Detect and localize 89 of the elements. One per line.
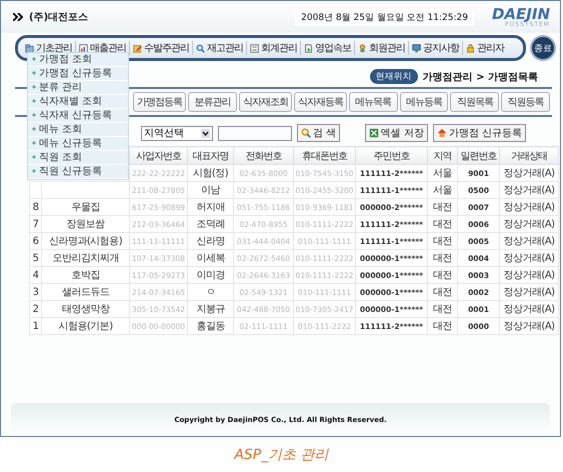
- table-cell: 3: [30, 284, 42, 300]
- table-cell: 대전: [428, 250, 458, 266]
- column-header: 전화번호: [234, 146, 294, 164]
- table-cell: 정상거래(A): [500, 284, 558, 300]
- table-cell: 대전: [428, 284, 458, 300]
- new-store-button[interactable]: 가맹점 신규등록: [432, 124, 526, 142]
- menu-item[interactable]: 회계관리: [247, 41, 301, 55]
- column-header: 주민번호: [356, 146, 428, 164]
- table-cell: 이미경: [188, 266, 234, 284]
- menu-item[interactable]: 회원관리: [355, 41, 409, 55]
- column-header: 일련번호: [458, 146, 500, 164]
- table-cell: 신라명과(시험용): [42, 232, 130, 250]
- table-cell: 정상거래(A): [500, 216, 558, 232]
- dropdown-item[interactable]: 식자재별 조회: [28, 95, 128, 109]
- table-cell: 조덕례: [188, 216, 234, 232]
- exit-button[interactable]: 종료: [530, 35, 556, 61]
- dropdown-item[interactable]: 직원 조회: [28, 151, 128, 165]
- table-cell: 7: [30, 216, 42, 232]
- dropdown-item[interactable]: 분류 관리: [28, 81, 128, 95]
- table-cell: 정상거래(A): [500, 182, 558, 198]
- menu-item[interactable]: 관리자: [463, 41, 507, 55]
- column-header: 대표자명: [188, 146, 234, 164]
- tab[interactable]: 식자재조회: [238, 92, 292, 112]
- dropdown-item[interactable]: 가맹점 신규등록: [28, 67, 128, 81]
- tab[interactable]: 가맹점등록: [133, 92, 186, 112]
- table-cell: 샐러드듀드: [42, 284, 130, 300]
- dropdown-item[interactable]: 직원 신규등록: [28, 165, 128, 179]
- table-cell: 이세복: [188, 250, 234, 266]
- table-cell: 이남: [188, 182, 234, 198]
- table-cell: 4: [30, 266, 42, 284]
- column-header: 지역: [428, 146, 458, 164]
- table-cell: 서울: [428, 164, 458, 182]
- table-cell: 오반리김치찌개: [42, 250, 130, 266]
- table-cell: 허지애: [188, 198, 234, 216]
- table-cell: 서울: [428, 182, 458, 198]
- dropdown-item[interactable]: 식자재 신규등록: [28, 109, 128, 123]
- table-cell: 장원보쌈: [42, 216, 130, 232]
- dropdown-item[interactable]: 가맹점 조회: [28, 53, 128, 67]
- table-cell: 호박집: [42, 266, 130, 284]
- region-select[interactable]: 지역선택: [141, 126, 213, 140]
- menu-item[interactable]: 수발주관리: [130, 41, 193, 55]
- breadcrumb: 가맹점관리 > 가맹점목록: [422, 70, 538, 84]
- table-cell: ㅇ: [188, 284, 234, 300]
- table-cell: 대전: [428, 232, 458, 250]
- table-cell: 1: [30, 318, 42, 334]
- table-cell: 태영생막창: [42, 300, 130, 318]
- table-cell: 정상거래(A): [500, 164, 558, 182]
- menu-item[interactable]: 공지사항: [409, 41, 463, 55]
- column-header: 휴대폰번호: [294, 146, 356, 164]
- tab[interactable]: 메뉴등록: [400, 92, 448, 112]
- table-cell: 대전: [428, 300, 458, 318]
- table-cell: 6: [30, 232, 42, 250]
- table-cell: 대전: [428, 318, 458, 334]
- table-cell: 8: [30, 198, 42, 216]
- table-cell: 시험(정): [188, 164, 234, 182]
- location-badge: 현재위치: [370, 69, 418, 84]
- tab[interactable]: 직원목록: [450, 92, 500, 112]
- company-name: (주)대전포스: [29, 11, 88, 24]
- table-cell: 2: [30, 300, 42, 318]
- caption: ASP_기초 관리: [234, 446, 329, 464]
- dropdown-item[interactable]: 메뉴 조회: [28, 123, 128, 137]
- table-cell: 대전: [428, 198, 458, 216]
- logo: DAEJIN: [492, 6, 550, 22]
- table-cell: 정상거래(A): [500, 232, 558, 250]
- table-cell: 신라명: [188, 232, 234, 250]
- tab[interactable]: 분류관리: [188, 92, 237, 112]
- tab[interactable]: 식자재등록: [294, 92, 347, 112]
- date-time: 2008년 8월 25일 월요일 오전 11:25:29: [295, 8, 474, 26]
- column-header: 거래상태: [500, 146, 558, 164]
- menu-item[interactable]: 영업속보: [301, 41, 355, 55]
- excel-save-button[interactable]: 엑셀 저장: [364, 124, 428, 142]
- column-header: 사업자번호: [130, 146, 188, 164]
- tab[interactable]: 메뉴목록: [348, 92, 398, 112]
- table-cell: 우물집: [42, 198, 130, 216]
- menu-item[interactable]: 재고관리: [193, 41, 247, 55]
- table-cell: 정상거래(A): [500, 318, 558, 334]
- tab[interactable]: 직원등록: [501, 92, 550, 112]
- table-cell: 시험용(기본): [42, 318, 130, 334]
- table-cell: 지봉규: [188, 300, 234, 318]
- table-cell: 정상거래(A): [500, 300, 558, 318]
- dropdown-item[interactable]: 메뉴 신규등록: [28, 137, 128, 151]
- table-cell: 정상거래(A): [500, 250, 558, 266]
- search-button[interactable]: 검 색: [297, 124, 340, 142]
- table-cell: 대전: [428, 216, 458, 232]
- table-cell: 정상거래(A): [500, 266, 558, 284]
- table-cell: 5: [30, 250, 42, 266]
- table-cell: 대전: [428, 266, 458, 284]
- table-cell: 정상거래(A): [500, 198, 558, 216]
- table-cell: 홍길동: [188, 318, 234, 334]
